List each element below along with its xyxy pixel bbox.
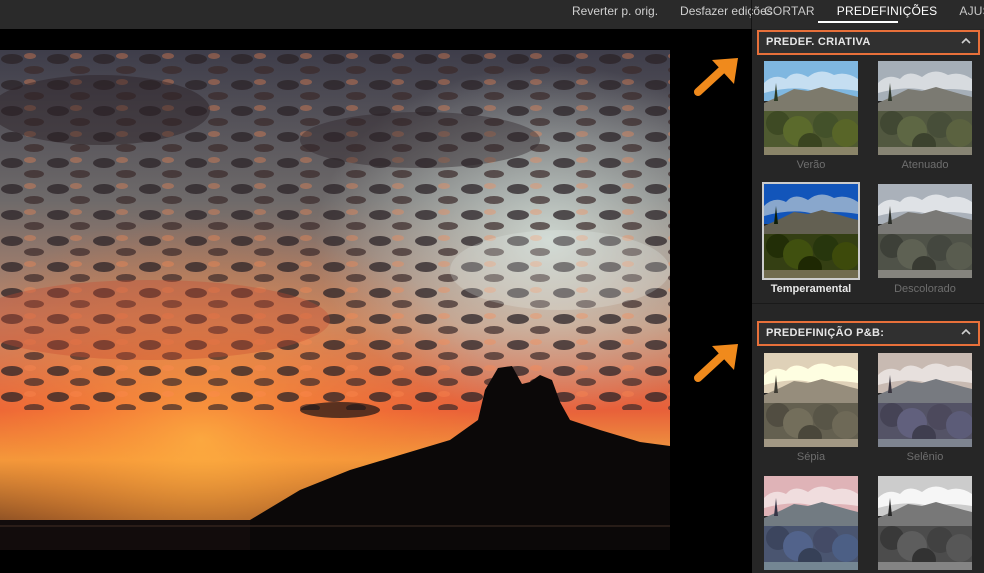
tab-presets[interactable]: PREDEFINIÇÕES (825, 0, 948, 22)
arrow-icon (694, 344, 738, 382)
preset-thumb-verao[interactable] (764, 61, 858, 155)
edit-actions: Reverter p. orig. Desfazer edições (566, 0, 779, 22)
chevron-up-icon[interactable] (961, 327, 971, 337)
preset-thumb-sepia[interactable] (764, 353, 858, 447)
preset-thumb-cyanotype[interactable] (764, 476, 858, 570)
section-divider (752, 303, 984, 304)
preset-label: Sépia (796, 451, 826, 463)
bw-presets-header[interactable]: PREDEFINIÇÃO P&B: (757, 321, 980, 346)
revert-original-button[interactable]: Reverter p. orig. (566, 0, 664, 22)
tab-adjust[interactable]: AJUSTAR (947, 0, 984, 22)
active-tab-indicator (818, 21, 898, 23)
preset-label: Descolorado (894, 283, 956, 295)
preset-label: Atenuado (901, 159, 949, 171)
chevron-up-icon[interactable] (961, 36, 971, 46)
section-title: PREDEF. CRIATIVA (766, 36, 871, 48)
photo-canvas (0, 29, 751, 573)
preset-thumb-descolorado[interactable] (878, 184, 972, 278)
edited-photo[interactable] (0, 50, 670, 550)
preset-thumb-selenio[interactable] (878, 353, 972, 447)
panel-tabs: CORTAR PREDEFINIÇÕES AJUSTAR (752, 0, 984, 22)
presets-panel: PREDEF. CRIATIVA Verão Atenuado Temperam… (752, 29, 984, 573)
creative-presets-header[interactable]: PREDEF. CRIATIVA (757, 30, 980, 55)
preset-thumb-temperamental[interactable] (762, 182, 860, 280)
preset-label: Verão (796, 159, 826, 171)
preset-label: Temperamental (770, 283, 852, 295)
section-title: PREDEFINIÇÃO P&B: (766, 327, 885, 339)
preset-label: Selênio (906, 451, 944, 463)
arrow-icon (694, 58, 738, 96)
preset-thumb-atenuado[interactable] (878, 61, 972, 155)
top-toolbar: Reverter p. orig. Desfazer edições CORTA… (0, 0, 984, 29)
preset-thumb-grayscale[interactable] (878, 476, 972, 570)
tab-crop[interactable]: CORTAR (752, 0, 825, 22)
